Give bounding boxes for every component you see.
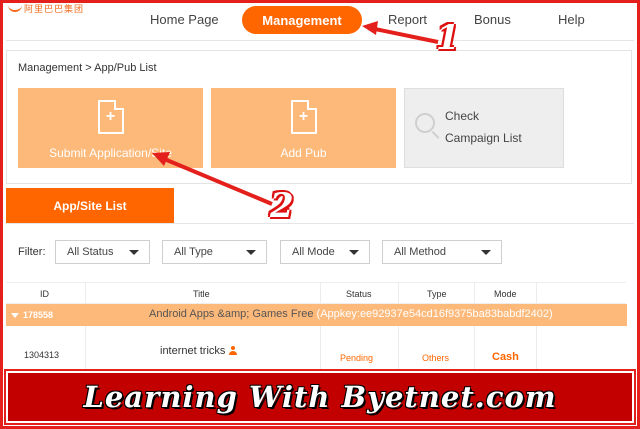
header-status: Status [346,289,372,299]
annotation-number-2: 2 [270,186,294,226]
row-type: Others [422,353,450,363]
nav-management[interactable]: Management [242,6,362,34]
table-header: ID Title Status Type Mode [6,282,626,304]
row-status: Pending [340,353,374,363]
header-id: ID [40,289,49,299]
add-document-icon: + [97,100,124,134]
status-filter-select[interactable]: All Status [55,240,150,264]
banner-text: Learning With Byetnet.com [83,380,557,414]
tab-divider [6,223,634,224]
submit-application-button[interactable]: + Submit Application/Site [18,88,203,168]
campaign-list-label: Campaign List [445,131,522,145]
status-filter-value: All Status [67,246,114,258]
add-pub-button[interactable]: + Add Pub [211,88,396,168]
watermark-banner: Learning With Byetnet.com [4,369,636,425]
filter-label: Filter: [18,246,46,258]
header-title: Title [193,289,210,299]
row-mode: Cash [492,351,519,363]
row-title: internet tricks [160,345,238,357]
mode-filter-select[interactable]: All Mode [280,240,370,264]
mode-filter-value: All Mode [292,246,335,258]
breadcrumb: Management > App/Pub List [18,62,157,74]
row-id: 1304313 [24,350,60,360]
nav-report[interactable]: Report [388,12,427,27]
add-document-icon: + [290,100,317,134]
type-filter-value: All Type [174,246,213,258]
chevron-down-icon [246,250,256,255]
group-id: 178558 [11,310,53,320]
user-icon [229,346,238,355]
nav-divider [6,40,634,41]
method-filter-select[interactable]: All Method [382,240,502,264]
chevron-down-icon [481,250,491,255]
chevron-down-icon [129,250,139,255]
nav-bonus[interactable]: Bonus [474,12,511,27]
header-type: Type [427,289,447,299]
submit-application-label: Submit Application/Site [49,146,172,160]
row-title-text[interactable]: internet tricks [160,345,225,357]
check-label: Check [445,109,480,123]
check-campaign-list-button[interactable]: Check Campaign List [404,88,564,168]
search-icon [415,113,435,133]
method-filter-value: All Method [394,246,446,258]
app-group-row[interactable]: 178558 Android Apps &amp; Games Free (Ap… [6,304,627,326]
table-row[interactable]: 1304313 internet tricks Pending Others C… [6,326,626,372]
group-title-text: Android Apps &amp; Games Free [149,308,314,320]
annotation-number-1: 1 [436,18,460,58]
header-mode: Mode [494,289,517,299]
expand-caret-icon [11,313,19,319]
nav-help[interactable]: Help [558,12,585,27]
group-title: Android Apps &amp; Games Free (Appkey:ee… [149,308,553,320]
chevron-down-icon [349,250,359,255]
nav-home[interactable]: Home Page [150,12,219,27]
group-id-value: 178558 [23,310,54,320]
add-pub-label: Add Pub [280,146,327,160]
type-filter-select[interactable]: All Type [162,240,267,264]
top-nav: Home Page Management Report Bonus Help [0,0,640,40]
group-appkey: (Appkey:ee92937e54cd16f9375ba83babdf2402… [316,308,553,320]
tab-app-site-list[interactable]: App/Site List [6,188,174,224]
